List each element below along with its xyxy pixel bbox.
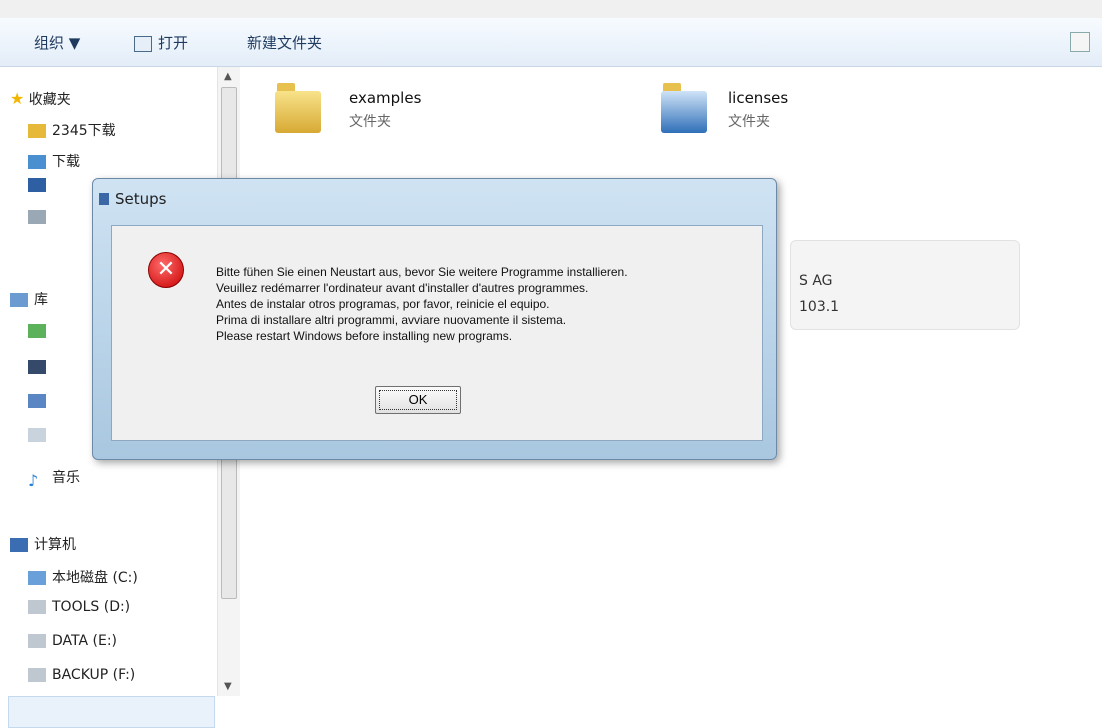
nav-drive-d[interactable]: TOOLS (D:) <box>28 599 130 615</box>
nav-item-music[interactable]: ♪ 音乐 <box>28 467 80 490</box>
nav-drive-c[interactable]: 本地磁盘 (C:) <box>28 567 138 587</box>
message-line: Please restart Windows before installing… <box>216 329 513 343</box>
nav-item-label: 音乐 <box>52 470 80 486</box>
star-icon: ★ <box>10 89 25 108</box>
window-icon <box>99 193 109 205</box>
nav-item-label: 下载 <box>52 154 80 170</box>
download-folder-icon <box>28 155 46 169</box>
organize-button[interactable]: 组织 ▼ <box>34 32 80 53</box>
nav-item-label: 计算机 <box>34 537 76 553</box>
drive-icon <box>28 668 46 682</box>
scroll-up-arrow-icon[interactable]: ▲ <box>224 71 232 82</box>
nav-item-label: TOOLS (D:) <box>52 599 131 615</box>
open-icon <box>134 35 152 52</box>
document-icon <box>28 428 46 442</box>
nav-item-documents[interactable] <box>28 393 52 409</box>
open-button[interactable]: 打开 <box>134 32 188 53</box>
library-icon <box>10 293 28 307</box>
dialog-body: ✕ Bitte fühen Sie einen Neustart aus, be… <box>111 225 763 441</box>
error-icon: ✕ <box>148 252 184 288</box>
dialog-message: Bitte fühen Sie einen Neustart aus, bevo… <box>216 264 628 344</box>
nav-drive-e[interactable]: DATA (E:) <box>28 633 117 649</box>
folder-icon <box>28 124 46 138</box>
nav-drive-f[interactable]: BACKUP (F:) <box>28 667 135 683</box>
dialog-title: Setups <box>115 190 167 208</box>
recent-places-icon <box>28 210 46 224</box>
nav-item-download[interactable]: 下载 <box>28 151 80 171</box>
folder-name[interactable]: examples <box>349 89 421 107</box>
nav-computer[interactable]: 计算机 <box>10 534 76 554</box>
computer-icon <box>10 538 28 552</box>
nav-item-recent[interactable] <box>28 209 52 225</box>
menu-bar <box>0 0 1102 19</box>
nav-item-videos[interactable] <box>28 323 52 339</box>
folder-name[interactable]: licenses <box>728 89 788 107</box>
nav-item-label: 库 <box>34 292 48 308</box>
desktop-icon <box>28 178 46 192</box>
nav-item-pictures[interactable] <box>28 359 52 375</box>
new-folder-button[interactable]: 新建文件夹 <box>247 32 322 53</box>
nav-item-label: DATA (E:) <box>52 633 118 649</box>
nav-item-label: 本地磁盘 (C:) <box>52 570 138 586</box>
open-label: 打开 <box>158 34 189 52</box>
selection-highlight <box>8 696 215 728</box>
nav-item-label: BACKUP (F:) <box>52 667 136 683</box>
nav-library[interactable]: 库 <box>10 289 48 309</box>
message-line: Antes de instalar otros programas, por f… <box>216 297 550 311</box>
card-line1: S AG <box>799 273 833 289</box>
toolbar: 组织 ▼ 打开 新建文件夹 <box>0 18 1102 67</box>
documents-icon <box>28 394 46 408</box>
nav-item-desktop[interactable] <box>28 177 52 193</box>
nav-item-label: 2345下载 <box>52 123 116 139</box>
scroll-down-arrow-icon[interactable]: ▼ <box>224 681 232 692</box>
nav-item-2345[interactable]: 2345下载 <box>28 120 116 140</box>
file-item-card[interactable]: S AG 103.1 <box>790 240 1020 330</box>
drive-icon <box>28 634 46 648</box>
drive-icon <box>28 571 46 585</box>
setups-dialog: Setups ✕ Bitte fühen Sie einen Neustart … <box>92 178 777 460</box>
drive-icon <box>28 600 46 614</box>
nav-item-doc2[interactable] <box>28 427 52 443</box>
folder-icon[interactable] <box>661 83 707 133</box>
ok-button[interactable]: OK <box>375 386 461 414</box>
change-view-button[interactable] <box>1070 32 1090 52</box>
pictures-icon <box>28 360 46 374</box>
folder-icon[interactable] <box>275 83 321 133</box>
nav-favorites-label: 收藏夹 <box>28 92 71 108</box>
message-line: Bitte fühen Sie einen Neustart aus, bevo… <box>216 265 628 279</box>
videos-icon <box>28 324 46 338</box>
message-line: Prima di installare altri programmi, avv… <box>216 313 567 327</box>
message-line: Veuillez redémarrer l'ordinateur avant d… <box>216 281 589 295</box>
folder-type: 文件夹 <box>349 114 391 130</box>
folder-type: 文件夹 <box>728 114 770 130</box>
music-icon: ♪ <box>28 471 39 490</box>
nav-favorites[interactable]: ★ 收藏夹 <box>10 89 71 109</box>
card-line2: 103.1 <box>799 299 840 315</box>
